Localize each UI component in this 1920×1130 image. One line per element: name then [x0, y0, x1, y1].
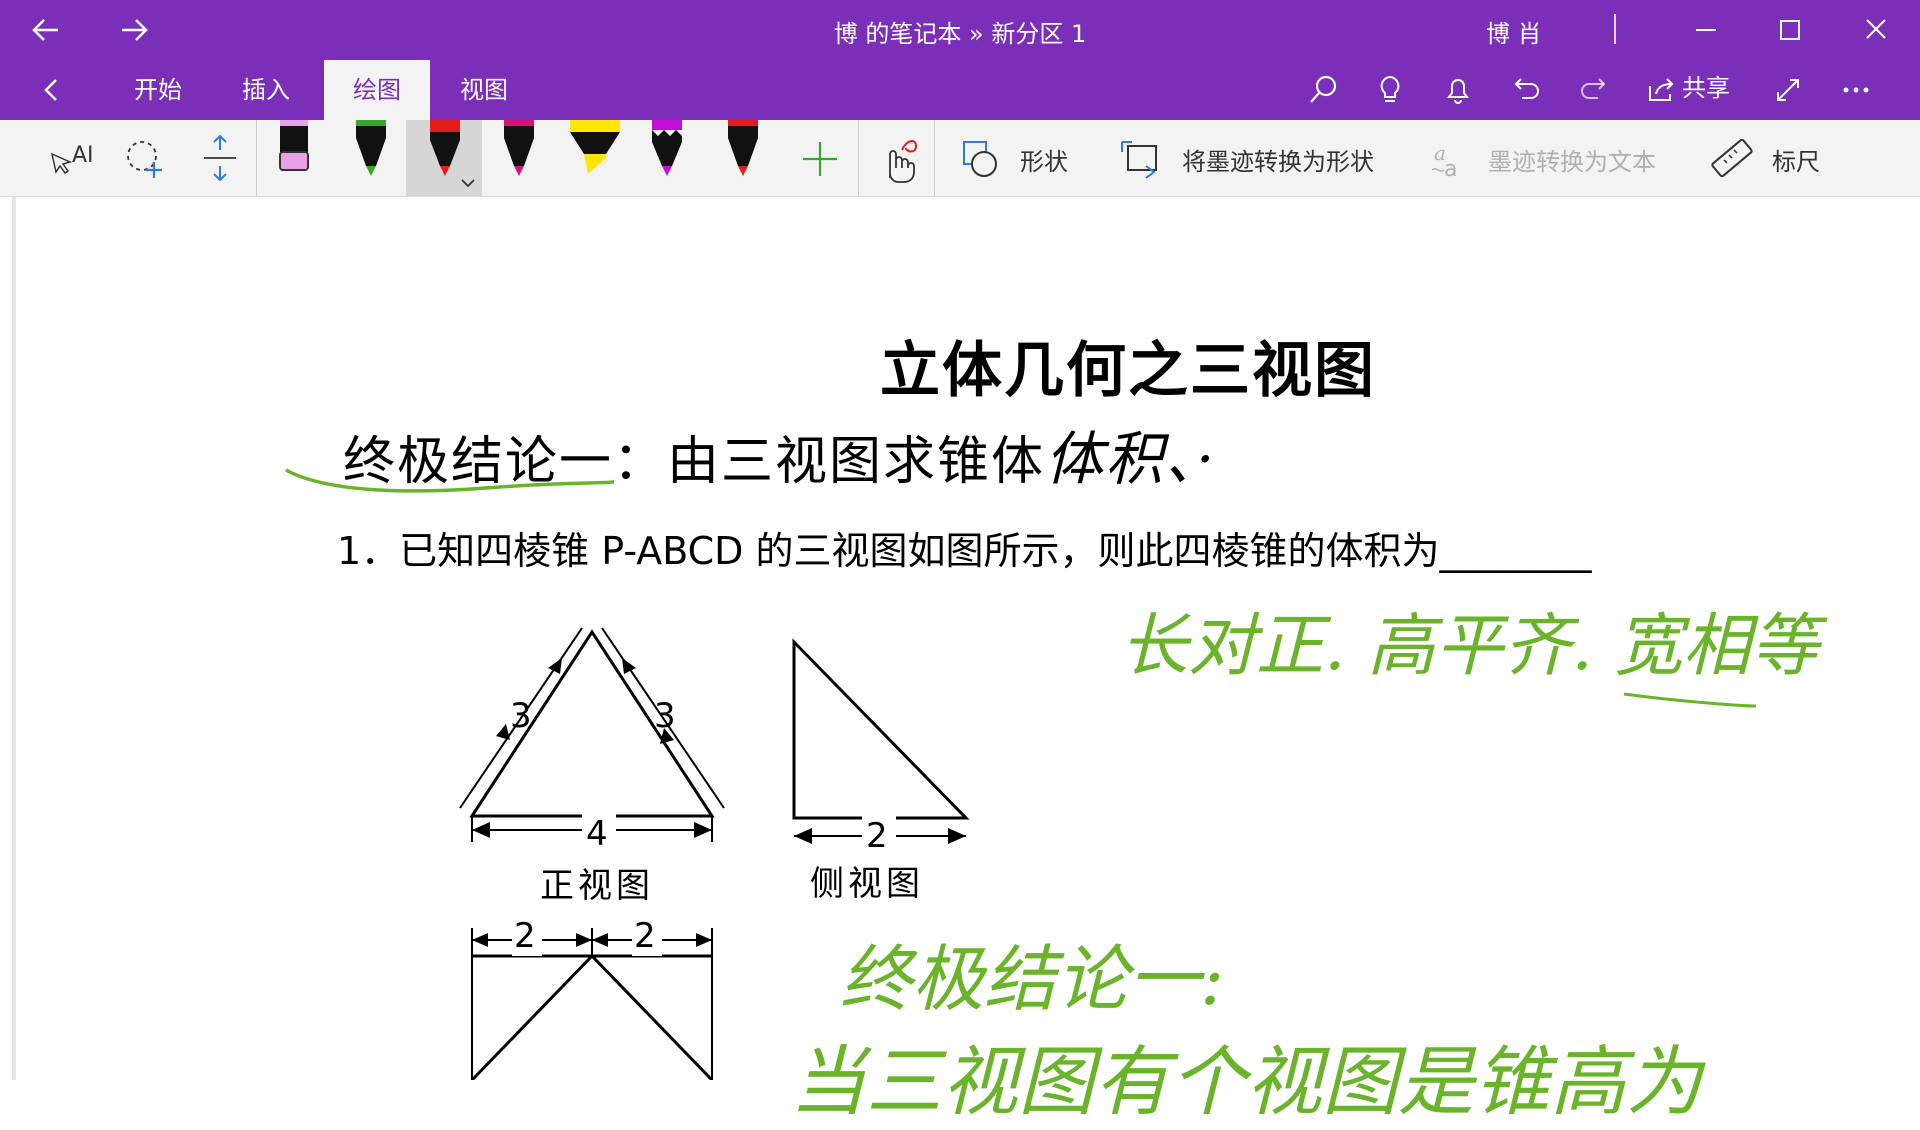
front-view-label: 正视图: [540, 866, 654, 906]
search-icon[interactable]: [1306, 72, 1342, 108]
shapes-label[interactable]: 形状: [1020, 142, 1068, 177]
toolbar-divider-3: [934, 120, 935, 196]
ink-to-shape-icon[interactable]: [1118, 120, 1168, 196]
tab-home[interactable]: 开始: [120, 74, 196, 120]
svg-text:a: a: [1444, 157, 1457, 182]
draw-toolbar: AI 形状 将墨迹转换为形状 aa 墨迹转换为文本 标尺: [0, 120, 1920, 197]
maximize-icon[interactable]: [1770, 12, 1810, 48]
touch-draw-icon[interactable]: [872, 120, 928, 196]
ink-note-1: 长对正. 高平齐. 宽相等: [1120, 607, 1819, 686]
ruler-icon[interactable]: [1708, 120, 1758, 196]
toolbar-divider-2: [858, 120, 859, 196]
tab-draw[interactable]: 绘图: [324, 60, 430, 120]
undo-icon[interactable]: [1508, 72, 1544, 108]
dim-label-3-right: 3: [654, 696, 680, 736]
fullscreen-icon[interactable]: [1770, 72, 1806, 108]
more-options-icon[interactable]: [1838, 72, 1874, 108]
page-edge: [12, 197, 16, 1080]
dim-label-2-top-left: 2: [512, 916, 542, 956]
pen-galaxy-icon[interactable]: [640, 120, 696, 196]
lasso-select-icon[interactable]: [118, 120, 174, 196]
svg-text:AI: AI: [72, 143, 94, 168]
close-icon[interactable]: [1856, 12, 1896, 48]
redo-icon[interactable]: [1576, 72, 1612, 108]
title-bar: 博 的笔记本 » 新分区 1 博 肖: [0, 0, 1920, 60]
ink-note-2: 终极结论一:: [840, 937, 1225, 1021]
tab-view[interactable]: 视图: [446, 74, 522, 120]
ink-to-shape-label[interactable]: 将墨迹转换为形状: [1182, 142, 1374, 177]
question-1: 1．已知四棱锥 P-ABCD 的三视图如图所示，则此四棱锥的体积为_______…: [337, 529, 1592, 573]
shapes-icon[interactable]: [958, 120, 1008, 196]
bell-icon[interactable]: [1440, 72, 1476, 108]
pen-green-icon[interactable]: [344, 120, 400, 196]
highlighter-yellow-icon[interactable]: [564, 120, 626, 196]
collapse-back-icon[interactable]: [34, 72, 70, 108]
toolbar-divider: [256, 120, 257, 196]
lightbulb-icon[interactable]: [1372, 72, 1408, 108]
window-title: 博 的笔记本 » 新分区 1: [833, 20, 1087, 48]
side-view-label: 侧视图: [810, 864, 924, 904]
top-view-diagram: [470, 928, 714, 1080]
note-heading: 立体几何之三视图: [880, 336, 1376, 406]
type-select-tool-icon[interactable]: AI: [44, 120, 100, 196]
title-separator: [1614, 14, 1616, 44]
dim-label-2-side: 2: [862, 816, 896, 856]
eraser-icon[interactable]: [270, 120, 326, 196]
pen-red-selected-icon[interactable]: [406, 120, 482, 196]
share-icon[interactable]: [1644, 72, 1680, 108]
ribbon-tabs: 开始 插入 绘图 视图 共享: [0, 60, 1920, 120]
ink-underline: [1623, 692, 1757, 708]
user-name[interactable]: 博 肖: [1486, 14, 1542, 49]
add-pen-icon[interactable]: [792, 120, 848, 196]
share-button[interactable]: 共享: [1682, 72, 1730, 118]
ruler-label[interactable]: 标尺: [1772, 142, 1820, 177]
green-underline-stroke: [285, 468, 615, 493]
subheading-ink: 体积、·: [1045, 425, 1217, 493]
ink-to-text-icon: aa: [1426, 120, 1476, 196]
ink-note-3: 当三视图有个视图是锥高为: [790, 1037, 1702, 1126]
add-space-icon[interactable]: [196, 120, 252, 196]
dim-label-2-top-right: 2: [632, 916, 662, 956]
ink-to-text-label: 墨迹转换为文本: [1488, 148, 1656, 176]
pen-red-icon[interactable]: [716, 120, 772, 196]
dim-label-3-left: 3: [510, 696, 536, 736]
dim-label-4: 4: [582, 814, 616, 854]
minimize-icon[interactable]: [1686, 12, 1726, 48]
tab-insert[interactable]: 插入: [228, 74, 304, 120]
pen-magenta-icon[interactable]: [492, 120, 548, 196]
